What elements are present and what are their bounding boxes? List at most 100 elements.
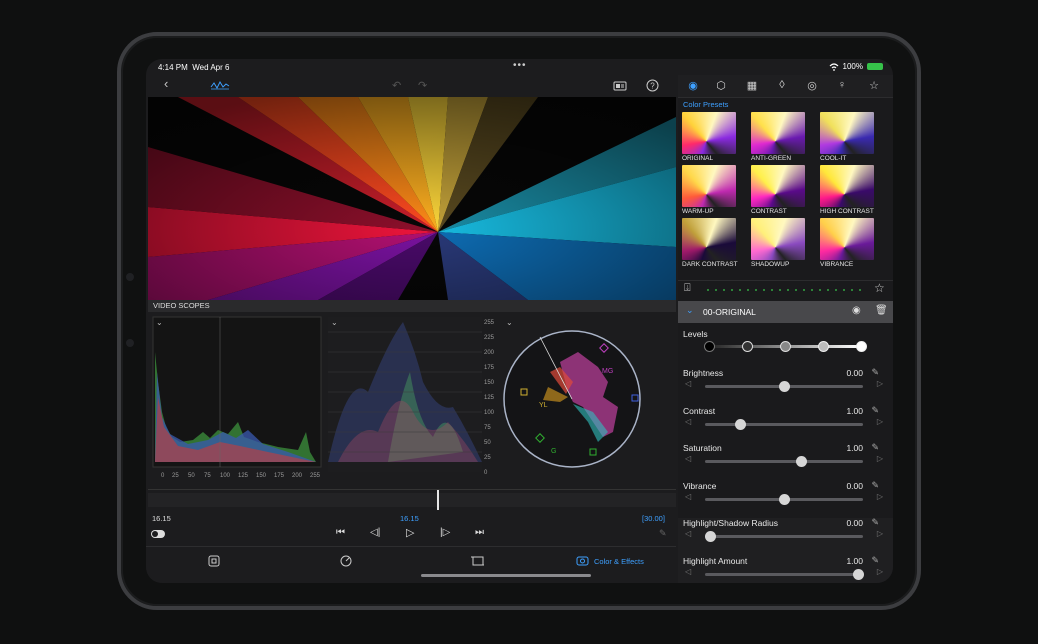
adjustment-value[interactable]: 0.00 [846, 518, 863, 528]
step-forward-icon[interactable]: |▷ [440, 527, 450, 538]
decrement-arrow-icon[interactable]: ◁ [685, 454, 691, 463]
decrement-arrow-icon[interactable]: ◁ [685, 379, 691, 388]
playhead[interactable] [437, 490, 439, 510]
play-icon[interactable]: ▷ [406, 526, 414, 539]
decrement-arrow-icon[interactable]: ◁ [685, 492, 691, 501]
edit-value-pencil-icon[interactable]: ✎ [871, 442, 879, 453]
adjustment-value[interactable]: 1.00 [846, 406, 863, 416]
edit-value-pencil-icon[interactable]: ✎ [871, 555, 879, 566]
preset-tile[interactable]: WARM-UP [682, 165, 736, 215]
levels-mid-knob[interactable] [780, 341, 791, 352]
increment-arrow-icon[interactable]: ▷ [877, 492, 883, 501]
increment-arrow-icon[interactable]: ▷ [877, 454, 883, 463]
preset-tile[interactable]: COOL-IT [820, 112, 874, 162]
edit-value-pencil-icon[interactable]: ✎ [871, 405, 879, 416]
timeline[interactable]: 16.15 16.15 [30.00] ⏮ ◁| ▷ |▷ ⏭ ✎ [148, 489, 676, 546]
levels-highlight-knob[interactable] [818, 341, 829, 352]
scopes-graphics: ⌄ 0 25 50 75 100 125 150 175 200 255 ⌄ ⌄… [152, 316, 641, 479]
tab-color-effects-label[interactable]: Color & Effects [594, 557, 644, 566]
histogram-tick: 125 [238, 473, 249, 479]
effect-layer-header[interactable]: ⌄ 00-ORIGINAL ◉ 🗑 [678, 301, 893, 323]
slider-track[interactable] [705, 493, 863, 505]
increment-arrow-icon[interactable]: ▷ [877, 417, 883, 426]
slider-knob[interactable] [734, 418, 746, 430]
increment-arrow-icon[interactable]: ▷ [877, 529, 883, 538]
preset-label: ANTI-GREEN [751, 155, 792, 162]
slider-track[interactable] [704, 531, 863, 543]
target-icon[interactable]: ◎ [805, 79, 819, 92]
slider-knob[interactable] [779, 381, 790, 392]
export-frame-icon[interactable] [613, 80, 627, 91]
tab-speed-icon[interactable] [340, 555, 352, 567]
waveform-tick: 100 [484, 410, 495, 416]
timeline-strip[interactable] [148, 493, 676, 507]
tab-crop-icon[interactable] [471, 555, 484, 567]
decrement-arrow-icon[interactable]: ◁ [685, 529, 691, 538]
cube-lut-icon[interactable]: ⬡ [714, 79, 728, 92]
edit-value-pencil-icon[interactable]: ✎ [871, 480, 879, 491]
slider-knob[interactable] [704, 531, 716, 543]
preset-tile[interactable]: ANTI-GREEN [751, 112, 805, 162]
slider-knob[interactable] [779, 493, 790, 505]
edit-value-pencil-icon[interactable]: ✎ [871, 367, 879, 378]
vectorscope-menu-chevron-icon[interactable]: ⌄ [506, 318, 513, 327]
tab-transform-icon[interactable] [208, 555, 220, 567]
adjustment-name: Saturation [683, 443, 722, 454]
increment-arrow-icon[interactable]: ▷ [877, 379, 883, 388]
redo-icon[interactable]: ↷ [418, 79, 427, 92]
slider-knob[interactable] [796, 456, 808, 468]
drop-icon[interactable]: ◊ [775, 79, 789, 91]
decrement-arrow-icon[interactable]: ◁ [685, 567, 691, 576]
favorite-star-icon[interactable]: ☆ [874, 281, 885, 295]
step-back-icon[interactable]: ◁| [370, 527, 380, 538]
key-icon[interactable]: ♀ [835, 79, 849, 91]
preset-tile[interactable]: SHADOWUP [751, 218, 805, 268]
import-icon[interactable]: ⍗ [684, 282, 691, 295]
preset-thumbnail [751, 165, 805, 207]
levels-white-knob[interactable] [856, 341, 867, 352]
slider-track[interactable] [705, 456, 863, 468]
slider-track[interactable] [705, 569, 865, 580]
preset-tile[interactable]: VIBRANCE [820, 218, 874, 268]
adjustment-value[interactable]: 0.00 [846, 368, 863, 378]
preset-thumbnail [751, 218, 805, 260]
eye-icon[interactable]: ◉ [852, 305, 861, 316]
grid-icon[interactable]: ▦ [745, 79, 759, 92]
video-viewer[interactable] [148, 97, 676, 300]
edit-value-pencil-icon[interactable]: ✎ [871, 517, 879, 528]
help-icon[interactable]: ? [646, 79, 659, 92]
timeline-fps[interactable]: [30.00] [642, 514, 665, 523]
back-chevron-icon[interactable]: ‹ [164, 76, 168, 91]
trash-icon[interactable]: 🗑 [875, 305, 888, 316]
undo-icon[interactable]: ↶ [392, 79, 401, 92]
edit-pencil-icon[interactable]: ✎ [659, 528, 667, 539]
slider-track[interactable] [705, 381, 863, 392]
adjustment-value[interactable]: 0.00 [846, 481, 863, 491]
skip-to-end-icon[interactable]: ⏭ [475, 527, 484, 538]
preset-tile[interactable]: HIGH CONTRAST [820, 165, 874, 215]
decrement-arrow-icon[interactable]: ◁ [685, 417, 691, 426]
skip-to-start-icon[interactable]: ⏮ [336, 527, 345, 538]
waveform-tick: 0 [484, 470, 488, 476]
adjustment-value[interactable]: 1.00 [846, 556, 863, 566]
increment-arrow-icon[interactable]: ▷ [877, 567, 883, 576]
preset-label: WARM-UP [682, 208, 714, 215]
multitasking-dots-icon[interactable]: ••• [513, 60, 527, 71]
levels-black-knob[interactable] [704, 341, 715, 352]
histogram-menu-chevron-icon[interactable]: ⌄ [156, 318, 163, 327]
slider-knob[interactable] [853, 569, 865, 580]
slider-track[interactable] [705, 418, 863, 430]
preset-tile[interactable]: ORIGINAL [682, 112, 736, 162]
waveform-menu-chevron-icon[interactable]: ⌄ [331, 318, 338, 327]
waveform-toggle-icon[interactable] [210, 80, 230, 90]
preset-tile[interactable]: CONTRAST [751, 165, 805, 215]
color-palette-icon[interactable]: ◉ [686, 79, 700, 92]
levels-shadow-knob[interactable] [742, 341, 753, 352]
tab-color-effects-icon[interactable] [576, 555, 589, 567]
preset-tile[interactable]: DARK CONTRAST [682, 218, 738, 268]
layer-expand-chevron-icon[interactable]: ⌄ [686, 305, 694, 316]
adjustment-value[interactable]: 1.00 [846, 443, 863, 453]
toggle-switch-icon[interactable] [151, 530, 165, 538]
star-icon[interactable]: ☆ [867, 79, 881, 92]
preset-label: VIBRANCE [820, 261, 854, 268]
